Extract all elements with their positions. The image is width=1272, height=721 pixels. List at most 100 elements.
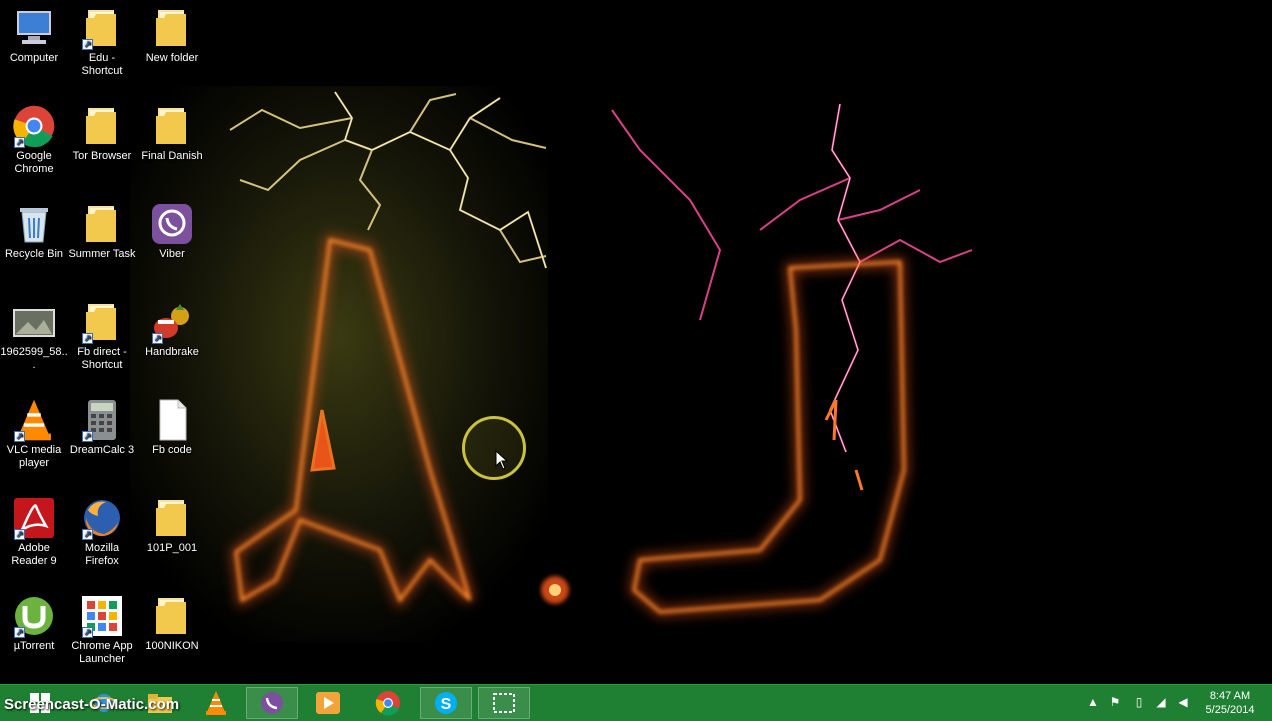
shortcut-arrow-icon: ↗ <box>82 529 93 540</box>
desktop-icon-summer-task[interactable]: Summer Task <box>68 202 136 261</box>
desktop-icon-label: Google Chrome <box>14 150 54 175</box>
letter-j-text: J <box>819 429 821 431</box>
desktop-icon-label: 1962599_58... <box>0 346 68 371</box>
folder-icon <box>150 594 194 638</box>
taskbar-chrome-button[interactable] <box>362 687 414 719</box>
desktop-icon-label: Mozilla Firefox <box>84 542 120 567</box>
desktop-icon-label: Viber <box>159 248 185 260</box>
vlc-icon <box>206 691 226 715</box>
desktop-icon-mozilla-firefox[interactable]: ↗ Mozilla Firefox <box>68 496 136 568</box>
desktop-icon-label: Summer Task <box>68 248 136 260</box>
desktop-icon-label: 100NIKON <box>145 640 199 652</box>
svg-text:S: S <box>441 696 452 713</box>
viber-icon <box>261 692 283 714</box>
shortcut-arrow-icon: ↗ <box>14 137 25 148</box>
screen-capture-icon <box>493 693 515 713</box>
desktop-icon-label: VLC media player <box>6 444 62 469</box>
desktop-icon-label: Handbrake <box>145 346 199 358</box>
desktop-icon-label: DreamCalc 3 <box>69 444 135 456</box>
shortcut-arrow-icon: ↗ <box>14 529 25 540</box>
cursor-highlight <box>462 416 526 480</box>
taskbar-vlc-button[interactable] <box>190 687 242 719</box>
desktop-icon-computer[interactable]: Computer <box>0 6 68 65</box>
shortcut-arrow-icon: ↗ <box>82 39 93 50</box>
folder-icon <box>150 104 194 148</box>
shortcut-arrow-icon: ↗ <box>82 333 93 344</box>
ornament <box>541 576 569 604</box>
taskbar: S ▲ ⚑ ▯ ◢ ◀ 8:47 AM 5/25/2014 <box>0 684 1272 721</box>
clock-date: 5/25/2014 <box>1205 704 1255 716</box>
desktop-icon-label: Adobe Reader 9 <box>11 542 57 567</box>
folder-icon: ↗ <box>80 6 124 50</box>
taskbar-viber-button[interactable] <box>246 687 298 719</box>
utorrent-icon: ↗ <box>12 594 56 638</box>
taskbar-skype-button[interactable]: S <box>420 687 472 719</box>
desktop-icon-dreamcalc-3[interactable]: ↗ DreamCalc 3 <box>68 398 136 457</box>
volume-speaker-icon[interactable]: ◀ <box>1176 695 1190 709</box>
shortcut-arrow-icon: ↗ <box>14 431 25 442</box>
folder-icon <box>80 104 124 148</box>
desktop-icon-label: Final Danish <box>141 150 203 162</box>
desktop-icon-1962599-58[interactable]: 1962599_58... <box>0 300 68 372</box>
desktop-icon-recycle-bin[interactable]: Recycle Bin <box>0 202 68 261</box>
clock-time: 8:47 AM <box>1209 690 1251 702</box>
desktop-icon-fb-code[interactable]: Fb code <box>138 398 206 457</box>
desktop-icon-google-chrome[interactable]: ↗ Google Chrome <box>0 104 68 176</box>
left-panel-glow <box>130 86 548 642</box>
screencast-watermark: Screencast-O-Matic.com <box>4 696 180 713</box>
desktop-icon-tor-browser[interactable]: Tor Browser <box>68 104 136 163</box>
folder-icon: ↗ <box>80 300 124 344</box>
desktop-icon-label: Fb direct - Shortcut <box>77 346 127 371</box>
handbrake-icon: ↗ <box>150 300 194 344</box>
folder-icon <box>150 496 194 540</box>
desktop-icon-adobe-reader-9[interactable]: ↗ Adobe Reader 9 <box>0 496 68 568</box>
shortcut-arrow-icon: ↗ <box>14 627 25 638</box>
desktop-icon-chrome-app-launcher[interactable]: ↗ Chrome App Launcher <box>68 594 136 666</box>
mouse-pointer-icon <box>495 450 509 470</box>
desktop-icon-final-danish[interactable]: Final Danish <box>138 104 206 163</box>
app-launcher-icon: ↗ <box>80 594 124 638</box>
media-player-icon <box>316 692 340 714</box>
desktop-icon-label: µTorrent <box>13 640 55 652</box>
chrome-icon <box>375 691 400 716</box>
skype-icon: S <box>435 692 457 714</box>
desktop-icon-label: Tor Browser <box>72 150 132 162</box>
desktop-icon-new-folder[interactable]: New folder <box>138 6 206 65</box>
text-file-icon <box>150 398 194 442</box>
desktop-icon-label: New folder <box>145 52 199 64</box>
show-hidden-icons-chevron-icon[interactable]: ▲ <box>1086 695 1100 709</box>
desktop-icon-label: Chrome App Launcher <box>71 640 133 665</box>
desktop-icon-label: Recycle Bin <box>4 248 64 260</box>
desktop-icon-handbrake[interactable]: ↗ Handbrake <box>138 300 206 359</box>
recycle-bin-icon <box>12 202 56 246</box>
shortcut-arrow-icon: ↗ <box>152 333 163 344</box>
image-file-icon <box>12 300 56 344</box>
desktop-icon-label: Fb code <box>152 444 192 456</box>
desktop-icon-fb-direct-shortcut[interactable]: ↗ Fb direct - Shortcut <box>68 300 136 372</box>
desktop-icon-label: 101P_001 <box>146 542 198 554</box>
taskbar-media-player-button[interactable] <box>302 687 354 719</box>
network-signal-icon[interactable]: ◢ <box>1154 695 1168 709</box>
system-clock[interactable]: 8:47 AM 5/25/2014 <box>1192 689 1268 717</box>
viber-icon <box>150 202 194 246</box>
desktop-icon-label: Edu - Shortcut <box>81 52 123 77</box>
desktop-icon-label: Computer <box>9 52 59 64</box>
calculator-icon: ↗ <box>80 398 124 442</box>
desktop-icon-101p-001[interactable]: 101P_001 <box>138 496 206 555</box>
desktop-icon-vlc-media-player[interactable]: ↗ VLC media player <box>0 398 68 470</box>
adobe-reader-icon: ↗ <box>12 496 56 540</box>
firefox-icon: ↗ <box>80 496 124 540</box>
desktop-icon-torrent[interactable]: ↗ µTorrent <box>0 594 68 653</box>
folder-icon <box>80 202 124 246</box>
taskbar-screencast-button[interactable] <box>478 687 530 719</box>
computer-icon <box>12 6 56 50</box>
desktop-icon-100nikon[interactable]: 100NIKON <box>138 594 206 653</box>
battery-icon[interactable]: ▯ <box>1132 695 1146 709</box>
shortcut-arrow-icon: ↗ <box>82 431 93 442</box>
shortcut-arrow-icon: ↗ <box>82 627 93 638</box>
desktop-icon-viber[interactable]: Viber <box>138 202 206 261</box>
chrome-icon: ↗ <box>12 104 56 148</box>
desktop-icon-edu-shortcut[interactable]: ↗ Edu - Shortcut <box>68 6 136 78</box>
action-center-flag-icon[interactable]: ⚑ <box>1108 695 1122 709</box>
folder-icon <box>150 6 194 50</box>
